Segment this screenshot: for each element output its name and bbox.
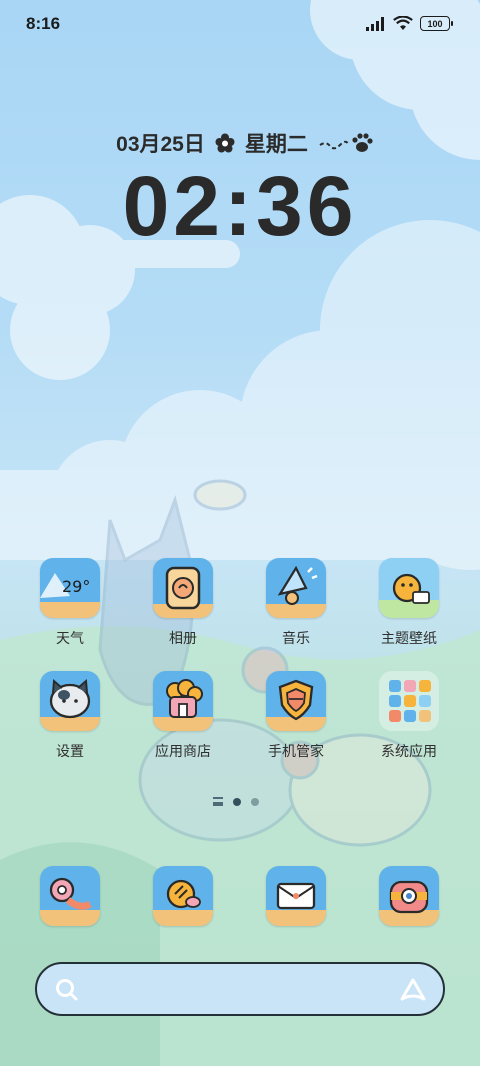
mail-icon [266, 866, 326, 926]
app-themes[interactable]: 主题壁纸 [359, 558, 459, 648]
app-label-music: 音乐 [282, 631, 310, 647]
search-bar[interactable] [35, 962, 445, 1016]
app-label-security: 手机管家 [268, 744, 324, 760]
weekday-text: 星期二 [244, 133, 308, 156]
app-label-folder: 系统应用 [381, 744, 437, 760]
app-label-gallery: 相册 [169, 631, 197, 647]
app-settings[interactable]: 设置 [20, 671, 120, 761]
status-icons: 100 [366, 16, 453, 31]
assistant-icon[interactable] [399, 976, 427, 1004]
drawer-lines-icon [213, 797, 223, 806]
date-row: 03月25日 星期二 [10, 128, 480, 158]
clock-time: 02:36 [122, 159, 358, 253]
page-dot-active [233, 797, 241, 806]
app-label-themes: 主题壁纸 [381, 631, 437, 647]
date-text: 03月25日 [116, 133, 205, 156]
system-apps-folder-icon [379, 671, 439, 731]
messages-icon [153, 866, 213, 926]
app-label-store: 应用商店 [155, 744, 211, 760]
app-gallery[interactable]: 相册 [133, 558, 233, 648]
phone-icon [40, 866, 100, 926]
app-label-weather: 天气 [56, 631, 84, 647]
dock-messages[interactable] [133, 866, 233, 926]
flower-icon [215, 133, 235, 153]
status-time: 8:16 [26, 14, 61, 33]
signal-icon [366, 16, 384, 31]
weather-icon: 29° [40, 558, 100, 618]
app-store-icon [153, 671, 213, 731]
wifi-icon [393, 16, 413, 30]
paw-trail-icon [318, 131, 374, 155]
page-dot [251, 797, 259, 806]
app-store[interactable]: 应用商店 [133, 671, 233, 761]
clock-widget[interactable]: 03月25日 星期二 02:36 [0, 128, 480, 256]
page-indicator[interactable] [213, 797, 259, 806]
dock-phone[interactable] [20, 866, 120, 926]
music-icon [266, 558, 326, 618]
app-label-settings: 设置 [56, 744, 84, 760]
themes-icon [379, 558, 439, 618]
app-folder-system[interactable]: 系统应用 [359, 671, 459, 761]
security-icon [266, 671, 326, 731]
settings-icon [40, 671, 100, 731]
weather-temp: 29° [62, 577, 91, 596]
battery-indicator: 100 [420, 16, 453, 31]
dock-mail[interactable] [246, 866, 346, 926]
app-security[interactable]: 手机管家 [246, 671, 346, 761]
camera-icon [379, 866, 439, 926]
app-music[interactable]: 音乐 [246, 558, 346, 648]
app-weather[interactable]: 29° 天气 [20, 558, 120, 648]
status-bar: 8:16 100 [0, 0, 480, 50]
gallery-icon [153, 558, 213, 618]
dock-camera[interactable] [359, 866, 459, 926]
search-icon [56, 979, 78, 1001]
